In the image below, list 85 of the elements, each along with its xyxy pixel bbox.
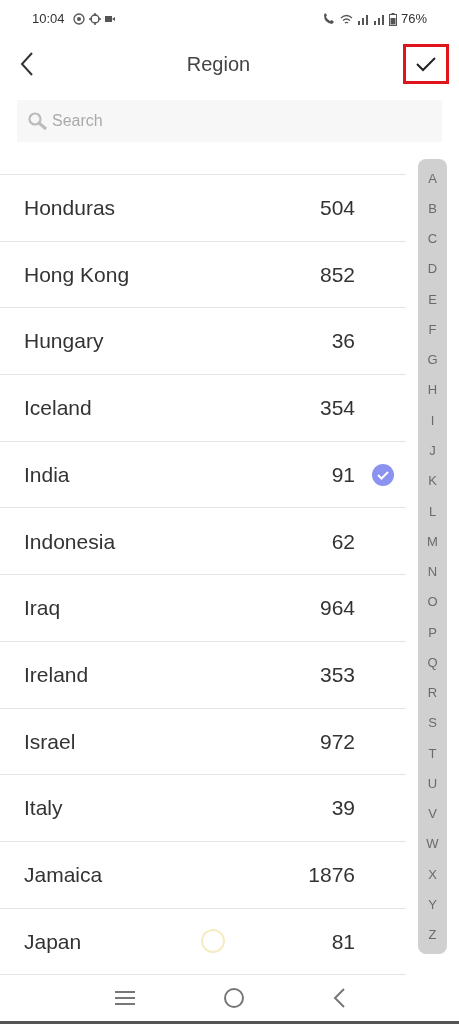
dial-code: 36 — [331, 328, 355, 355]
region-row[interactable]: Hong Kong 852 — [0, 241, 406, 309]
index-letter[interactable]: G — [427, 353, 438, 367]
index-letter[interactable]: B — [428, 201, 437, 215]
index-letter[interactable]: M — [427, 534, 438, 548]
dial-code: 354 — [319, 395, 355, 422]
region-name: Japan — [24, 928, 82, 955]
index-letter[interactable]: W — [426, 837, 439, 851]
search-icon — [27, 111, 49, 131]
region-row[interactable]: Italy 39 — [0, 775, 406, 842]
nav-back-button[interactable] — [333, 988, 346, 1008]
home-circle-icon — [223, 987, 246, 1009]
region-row[interactable]: Indonesia 62 — [0, 508, 406, 576]
region-name: Jamaica — [24, 861, 103, 888]
signal-icon — [356, 13, 369, 25]
recent-apps-button[interactable] — [113, 990, 136, 1006]
region-row[interactable]: Iceland 354 — [0, 375, 406, 442]
index-letter[interactable]: Z — [428, 928, 437, 942]
index-letter[interactable]: X — [428, 867, 437, 881]
region-name: Iceland — [24, 395, 92, 422]
index-letter[interactable]: C — [427, 232, 438, 246]
region-name: Italy — [24, 795, 63, 822]
region-row[interactable]: Jamaica 1876 — [0, 841, 406, 909]
confirm-button[interactable] — [403, 44, 449, 84]
index-letter[interactable]: P — [428, 625, 437, 639]
dial-code: 1876 — [308, 861, 355, 888]
region-name: Honduras — [24, 195, 116, 222]
region-name: Indonesia — [24, 528, 116, 555]
index-letter[interactable]: A — [428, 171, 437, 185]
index-letter[interactable]: H — [427, 383, 438, 397]
index-letter[interactable]: V — [428, 807, 437, 821]
battery-icon — [388, 12, 397, 26]
search-field[interactable]: Search — [17, 100, 442, 142]
region-name: Iraq — [24, 595, 61, 622]
index-letter[interactable]: U — [427, 776, 438, 790]
battery-percent: 76% — [400, 10, 427, 29]
region-row[interactable]: Japan 81 — [0, 908, 406, 975]
back-icon — [333, 988, 346, 1008]
index-letter[interactable]: N — [427, 565, 438, 579]
touch-indicator — [201, 929, 225, 953]
index-letter[interactable]: Y — [428, 898, 437, 911]
region-name: Israel — [24, 728, 76, 755]
dial-code: 39 — [331, 795, 355, 822]
dial-code: 504 — [319, 195, 355, 222]
index-letter[interactable]: R — [427, 686, 438, 700]
index-letter[interactable]: D — [427, 262, 438, 276]
notification-circle-icon — [72, 13, 85, 25]
back-icon — [20, 52, 34, 76]
index-letter[interactable]: L — [428, 504, 437, 518]
wifi-icon — [339, 13, 353, 25]
index-letter[interactable]: T — [428, 746, 437, 760]
index-letter[interactable]: K — [428, 474, 437, 488]
index-letter[interactable]: S — [428, 716, 437, 730]
region-row[interactable]: Hungary 36 — [0, 308, 406, 376]
video-camera-icon — [104, 15, 115, 23]
dial-code: 81 — [331, 928, 355, 955]
back-button[interactable] — [20, 52, 34, 76]
checkmark-icon — [416, 56, 436, 72]
index-letter[interactable]: O — [427, 595, 438, 609]
region-row[interactable]: Ireland 353 — [0, 641, 406, 709]
dial-code: 91 — [331, 461, 355, 488]
dial-code: 964 — [319, 595, 355, 622]
region-row[interactable]: Iraq 964 — [0, 575, 406, 642]
call-icon — [321, 13, 336, 25]
region-name: Ireland — [24, 661, 89, 688]
menu-icon — [113, 990, 136, 1006]
index-letter[interactable]: Q — [427, 655, 438, 669]
index-letter[interactable]: E — [428, 292, 437, 306]
region-row[interactable]: Honduras 504 — [0, 175, 406, 242]
index-letter[interactable]: I — [430, 413, 435, 427]
dial-code: 852 — [319, 261, 355, 288]
dial-code: 353 — [319, 661, 355, 688]
signal-icon — [372, 13, 385, 25]
index-letter[interactable]: J — [429, 444, 436, 457]
page-title: Region — [186, 52, 251, 77]
dial-code: 972 — [319, 728, 355, 755]
region-row[interactable]: India 91 — [0, 441, 406, 509]
region-row[interactable]: Israel 972 — [0, 708, 406, 776]
region-name: India — [24, 461, 70, 488]
region-name: Hong Kong — [24, 261, 130, 288]
home-button[interactable] — [223, 987, 246, 1009]
status-time: 10:04 — [32, 10, 65, 29]
dial-code: 62 — [331, 528, 355, 555]
region-name: Hungary — [24, 328, 104, 355]
index-letter[interactable]: F — [428, 322, 437, 336]
